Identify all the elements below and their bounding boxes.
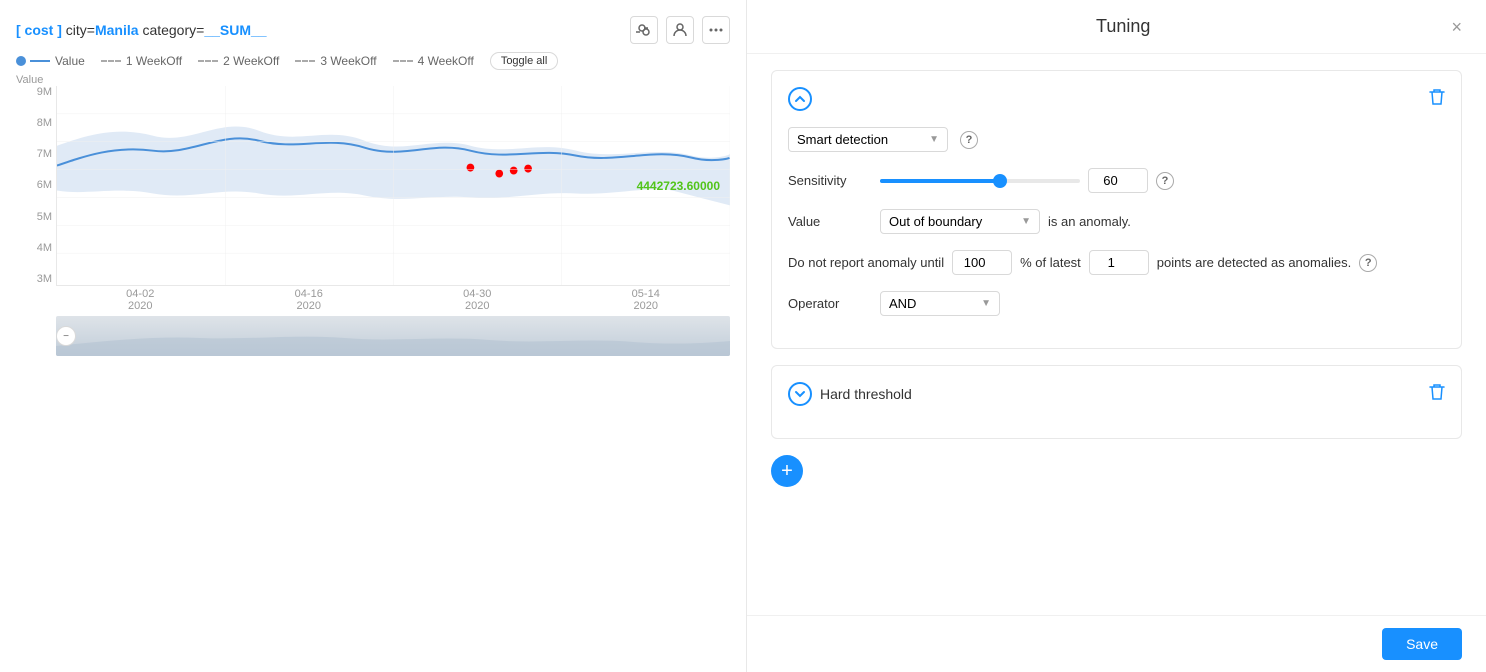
chart-icon-more[interactable]	[702, 16, 730, 44]
chart-panel: [ cost ] city=Manila category=__SUM__ Va…	[0, 0, 746, 672]
x-axis-labels: 04-02 2020 04-16 2020 04-30 2020 05-14 2…	[56, 288, 730, 312]
tuning-panel: Tuning × Smart detection ▼	[746, 0, 1486, 672]
legend-1weekoff: 1 WeekOff	[101, 54, 182, 68]
chart-legend: Value 1 WeekOff 2 WeekOff 3 WeekOff 4 We…	[16, 52, 730, 70]
anomaly-points-input[interactable]	[1089, 250, 1149, 275]
legend-2weekoff: 2 WeekOff	[198, 54, 279, 68]
chart-value-label: 4442723.60000	[637, 179, 720, 193]
value-dropdown[interactable]: Out of boundary ▼	[880, 209, 1040, 234]
value-label: Value	[788, 214, 868, 229]
minimap	[56, 316, 730, 356]
chart-area: 9M 8M 7M 6M 5M 4M 3M	[56, 86, 730, 286]
x-label-3: 05-14 2020	[632, 288, 660, 312]
y-axis-title: Value	[16, 74, 43, 86]
hard-threshold-delete-button[interactable]	[1429, 383, 1445, 406]
anomaly-dot-2	[495, 170, 503, 178]
tuning-header: Tuning ×	[747, 0, 1486, 54]
sensitivity-label: Sensitivity	[788, 173, 868, 188]
close-button[interactable]: ×	[1451, 18, 1462, 36]
operator-label: Operator	[788, 296, 868, 311]
legend-4weekoff: 4 WeekOff	[393, 54, 474, 68]
legend-3weekoff: 3 WeekOff	[295, 54, 376, 68]
anomaly-help-icon[interactable]: ?	[1359, 254, 1377, 272]
smart-detection-delete-button[interactable]	[1429, 88, 1445, 111]
chart-header: [ cost ] city=Manila category=__SUM__	[16, 16, 730, 44]
chart-icons	[630, 16, 730, 44]
anomaly-points-suffix: points are detected as anomalies.	[1157, 255, 1351, 270]
operator-row: Operator AND ▼	[788, 291, 1445, 316]
x-label-2: 04-30 2020	[463, 288, 491, 312]
tuning-footer: Save	[747, 615, 1486, 672]
chart-icon-person[interactable]	[666, 16, 694, 44]
section-header-left	[788, 87, 812, 111]
detection-type-row: Smart detection ▼ ?	[788, 127, 1445, 152]
smart-detection-collapse-button[interactable]	[788, 87, 812, 111]
sensitivity-slider-fill	[880, 179, 1000, 183]
chart-icon-group[interactable]	[630, 16, 658, 44]
section-header-hard: Hard threshold	[788, 382, 1445, 406]
anomaly-dot-1	[467, 164, 475, 172]
legend-value: Value	[16, 54, 85, 68]
anomaly-prefix: Do not report anomaly until	[788, 255, 944, 270]
x-label-0: 04-02 2020	[126, 288, 154, 312]
sensitivity-input[interactable]	[1088, 168, 1148, 193]
tuning-body: Smart detection ▼ ? Sensitivity ?	[747, 54, 1486, 615]
hard-threshold-label: Hard threshold	[820, 386, 912, 402]
anomaly-percent-suffix: % of latest	[1020, 255, 1081, 270]
anomaly-dot-3	[510, 167, 518, 175]
value-select-row: Out of boundary ▼ is an anomaly.	[880, 209, 1131, 234]
sensitivity-slider-track[interactable]	[880, 179, 1080, 183]
is-anomaly-text: is an anomaly.	[1048, 214, 1131, 229]
sensitivity-help-icon[interactable]: ?	[1156, 172, 1174, 190]
sensitivity-row: Sensitivity ?	[788, 168, 1445, 193]
chart-title: [ cost ] city=Manila category=__SUM__	[16, 22, 267, 38]
y-axis-labels: 9M 8M 7M 6M 5M 4M 3M	[17, 86, 52, 285]
sensitivity-slider-thumb[interactable]	[993, 174, 1007, 188]
detection-type-help-icon[interactable]: ?	[960, 131, 978, 149]
hard-threshold-section: Hard threshold	[771, 365, 1462, 439]
tuning-title: Tuning	[795, 16, 1451, 37]
collapse-button[interactable]: −	[56, 326, 76, 346]
toggle-all-button[interactable]: Toggle all	[490, 52, 558, 70]
smart-detection-section: Smart detection ▼ ? Sensitivity ?	[771, 70, 1462, 349]
anomaly-report-row: Do not report anomaly until % of latest …	[788, 250, 1445, 275]
operator-dropdown[interactable]: AND ▼	[880, 291, 1000, 316]
save-button[interactable]: Save	[1382, 628, 1462, 660]
detection-type-dropdown[interactable]: Smart detection ▼	[788, 127, 948, 152]
chart-svg	[57, 86, 730, 285]
value-row: Value Out of boundary ▼ is an anomaly.	[788, 209, 1445, 234]
minimap-inner	[56, 316, 730, 356]
anomaly-dot-4	[524, 165, 532, 173]
hard-threshold-collapse-button[interactable]	[788, 382, 812, 406]
anomaly-percent-input[interactable]	[952, 250, 1012, 275]
x-label-1: 04-16 2020	[295, 288, 323, 312]
hard-threshold-header-left: Hard threshold	[788, 382, 912, 406]
section-header-smart	[788, 87, 1445, 111]
sensitivity-slider-container: ?	[880, 168, 1445, 193]
add-section-button[interactable]: +	[771, 455, 803, 487]
